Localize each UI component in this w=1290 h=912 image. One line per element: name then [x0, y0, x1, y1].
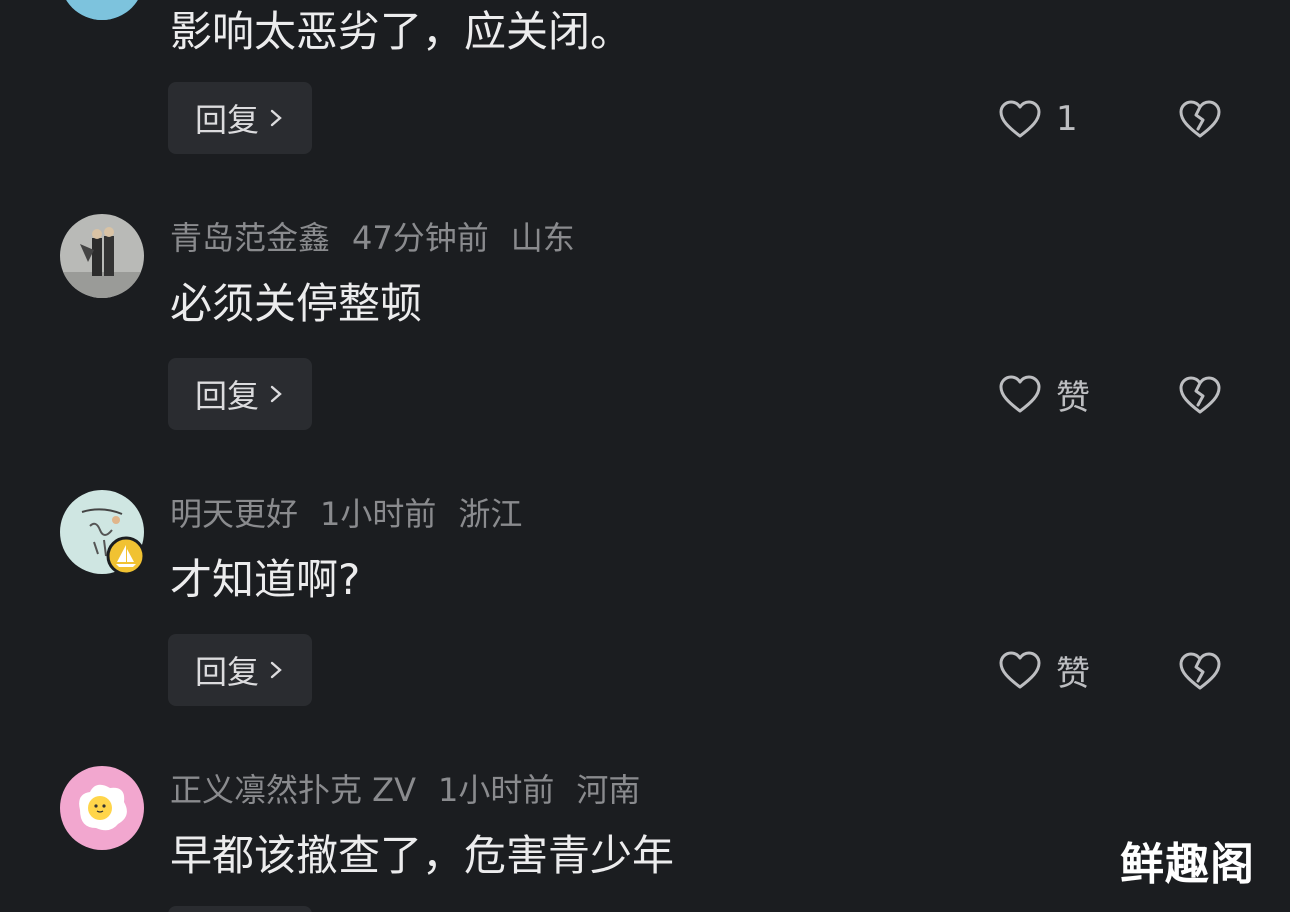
location: 山东	[510, 219, 575, 257]
reply-button[interactable]: 回复	[168, 634, 312, 706]
like-label: 赞	[1056, 653, 1090, 694]
timestamp: 47分钟前	[352, 219, 489, 257]
chevron-right-icon	[270, 385, 282, 403]
comment-meta: 明天更好 1小时前 浙江	[170, 494, 544, 534]
timestamp: 1小时前	[320, 495, 437, 533]
username[interactable]: 正义凛然扑克 ZV	[170, 771, 416, 809]
like-button[interactable]: 赞	[998, 646, 1090, 694]
username[interactable]: 明天更好	[170, 495, 298, 533]
reply-button[interactable]: 回复	[168, 358, 312, 430]
comment-list: 影响太恶劣了，应关闭。 回复 1 青岛范金鑫 47分钟前 山东 必须关停整顿 回…	[0, 0, 1290, 912]
username[interactable]: 青岛范金鑫	[170, 219, 330, 257]
comment-text: 才知道啊?	[170, 555, 361, 604]
reply-button[interactable]: 回复	[168, 82, 312, 154]
chevron-right-icon	[270, 661, 282, 679]
comment-meta: 正义凛然扑克 ZV 1小时前 河南	[170, 770, 662, 810]
location: 河南	[576, 771, 641, 809]
avatar[interactable]	[60, 0, 144, 20]
avatar[interactable]	[60, 766, 144, 850]
comment-text: 影响太恶劣了，应关闭。	[170, 7, 633, 56]
watermark: 鲜趣阁	[1120, 839, 1255, 890]
location: 浙江	[458, 495, 523, 533]
avatar[interactable]	[60, 214, 144, 298]
sailboat-badge-icon	[106, 536, 146, 576]
like-button[interactable]: 1	[998, 95, 1078, 143]
reply-button[interactable]	[168, 906, 312, 912]
broken-heart-icon[interactable]	[1178, 650, 1222, 692]
comment-text: 早都该撤查了，危害青少年	[170, 831, 675, 880]
like-label: 赞	[1056, 377, 1090, 418]
timestamp: 1小时前	[438, 771, 555, 809]
reply-label: 回复	[194, 377, 259, 415]
broken-heart-icon[interactable]	[1178, 374, 1222, 416]
chevron-right-icon	[270, 109, 282, 127]
like-count: 1	[1056, 99, 1078, 139]
broken-heart-icon[interactable]	[1178, 98, 1222, 140]
heart-icon	[999, 100, 1041, 138]
reply-label: 回复	[194, 653, 259, 691]
heart-icon	[999, 375, 1041, 413]
heart-icon	[999, 651, 1041, 689]
comment-meta: 青岛范金鑫 47分钟前 山东	[170, 218, 597, 258]
reply-label: 回复	[194, 101, 259, 139]
like-button[interactable]: 赞	[998, 370, 1090, 418]
comment-text: 必须关停整顿	[170, 279, 423, 328]
